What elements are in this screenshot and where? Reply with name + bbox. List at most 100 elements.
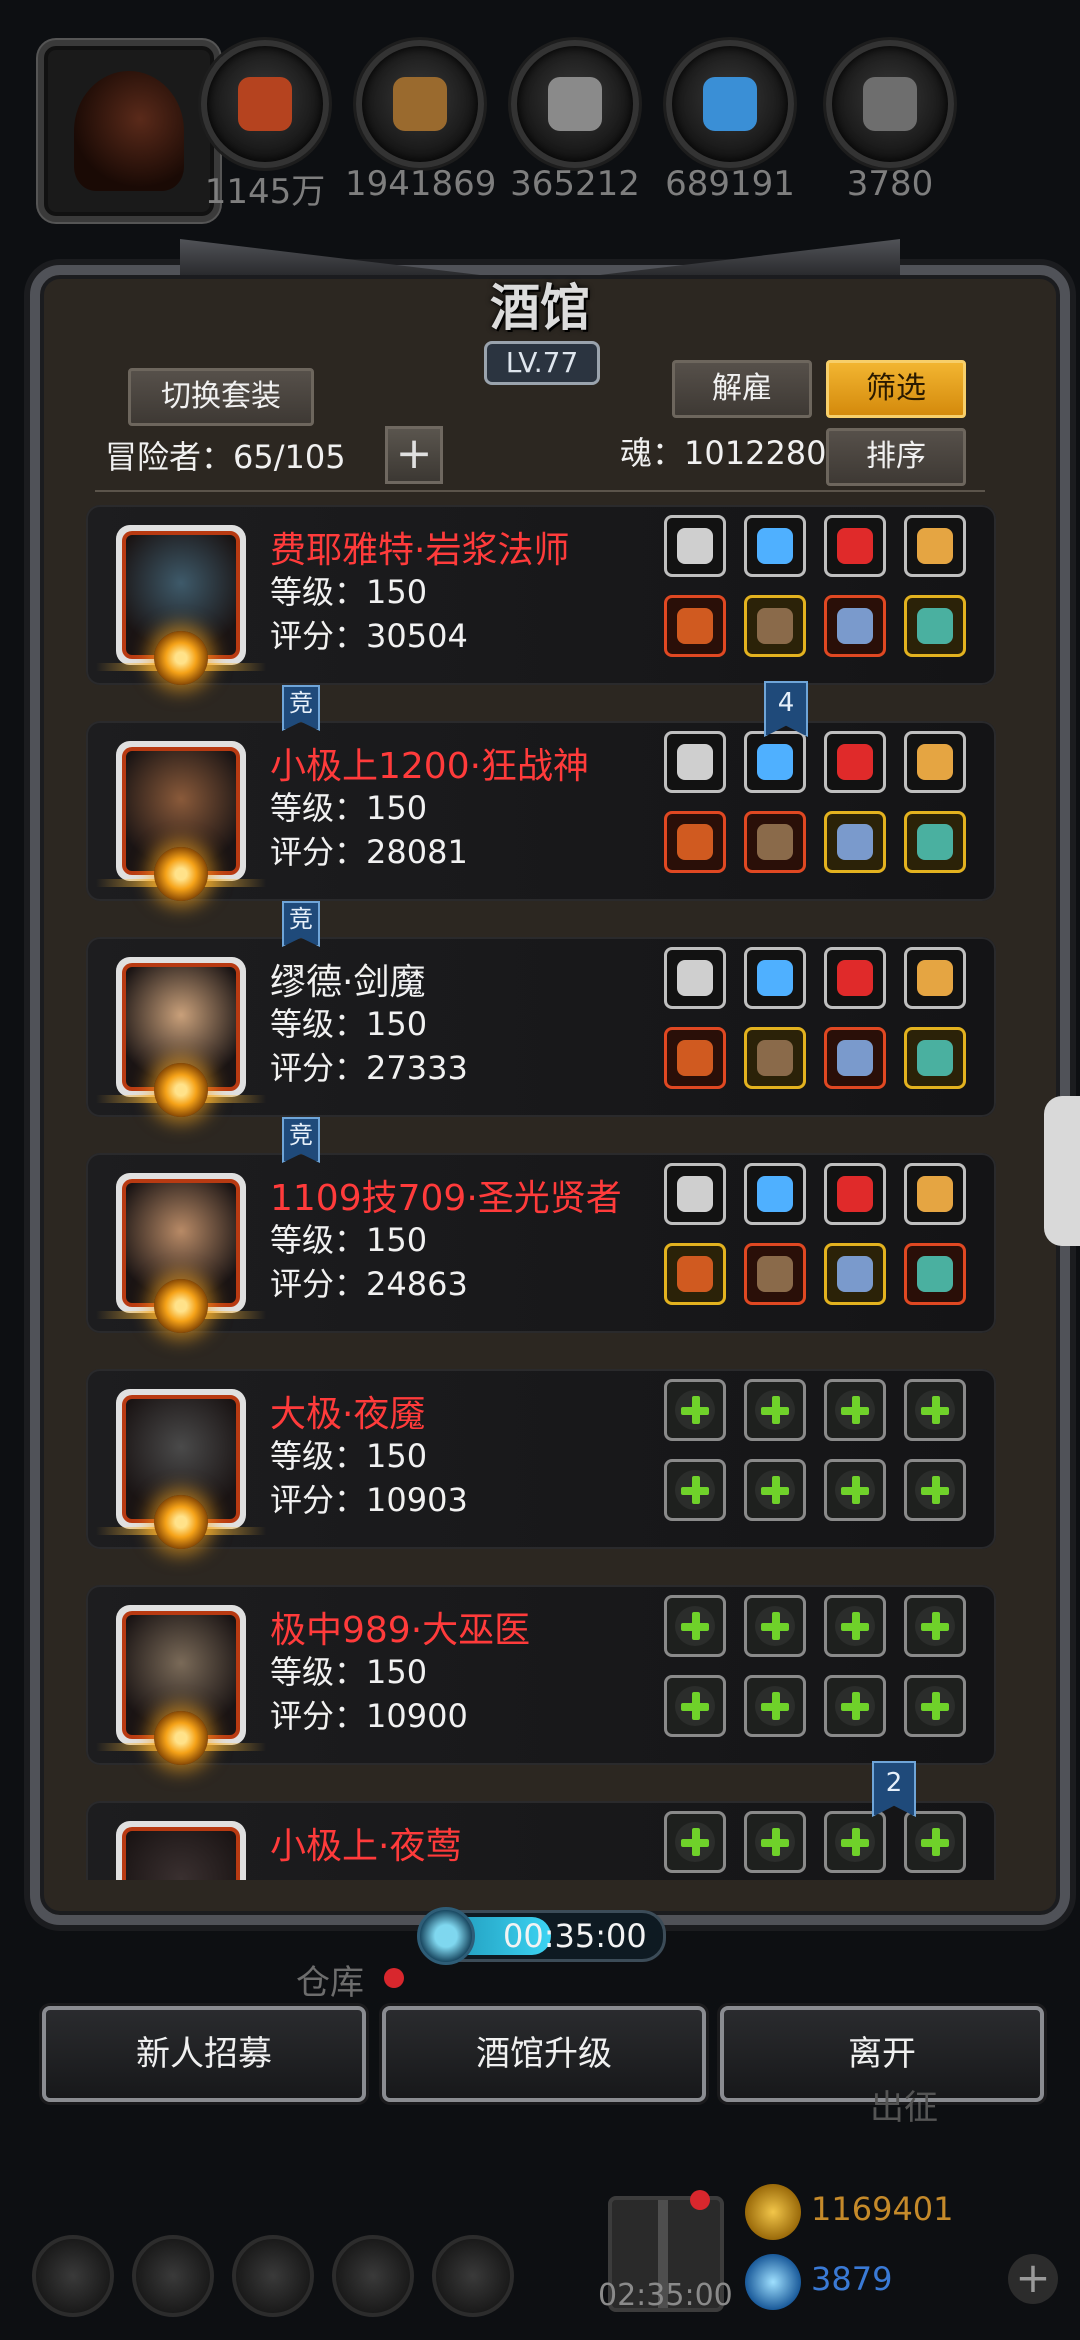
hero-card[interactable]: 小极上1200·狂战神 等级：150 评分：28081 [86, 721, 996, 901]
add-equipment-icon [835, 1606, 875, 1646]
equipment-slot[interactable] [664, 1243, 726, 1305]
settings-gear-icon[interactable] [32, 2235, 114, 2317]
equipment-slot[interactable] [904, 1811, 966, 1873]
upgrade-tavern-button[interactable]: 酒馆升级 [382, 2006, 706, 2102]
hero-portrait[interactable] [96, 741, 266, 901]
equipment-slot[interactable] [744, 1379, 806, 1441]
hero-card[interactable]: 大极·夜魇 等级：150 评分：10903 [86, 1369, 996, 1549]
equipment-slot[interactable] [744, 515, 806, 577]
side-drawer-handle[interactable] [1044, 1096, 1080, 1246]
equipment-slot[interactable] [904, 811, 966, 873]
filter-button[interactable]: 筛选 [826, 360, 966, 418]
equipment-slot[interactable] [824, 811, 886, 873]
equipment-slot[interactable] [744, 1675, 806, 1737]
equipment-slot[interactable] [664, 1595, 726, 1657]
equipment-slot[interactable] [824, 947, 886, 1009]
equipment-slot[interactable] [744, 1459, 806, 1521]
equipment-slot[interactable] [904, 1243, 966, 1305]
hero-portrait[interactable] [96, 1173, 266, 1333]
equipment-slot[interactable] [824, 1595, 886, 1657]
hero-portrait[interactable] [96, 957, 266, 1117]
equipment-slot[interactable] [904, 1675, 966, 1737]
equipment-icon [837, 960, 873, 996]
hero-card[interactable]: 极中989·大巫医 等级：150 评分：10900 [86, 1585, 996, 1765]
equipment-slot[interactable] [904, 1379, 966, 1441]
warehouse-label[interactable]: 仓库 [296, 1955, 364, 2004]
equipment-slot[interactable] [664, 947, 726, 1009]
resource-wood[interactable]: 1941869 [345, 40, 496, 204]
hero-portrait[interactable] [96, 1605, 266, 1765]
equipment-slot[interactable] [744, 1595, 806, 1657]
dice-icon[interactable] [432, 2235, 514, 2317]
add-currency-button[interactable]: + [1008, 2254, 1058, 2304]
equipment-slot[interactable] [664, 1811, 726, 1873]
equipment-slot[interactable] [744, 731, 806, 793]
equipment-slot[interactable] [664, 1675, 726, 1737]
equipment-slot[interactable] [744, 1163, 806, 1225]
add-equipment-icon [915, 1606, 955, 1646]
equipment-slot[interactable] [904, 595, 966, 657]
equipment-slot[interactable] [744, 947, 806, 1009]
equipment-slot[interactable] [664, 1027, 726, 1089]
hero-portrait[interactable] [116, 1821, 246, 1880]
equipment-slot[interactable] [904, 1027, 966, 1089]
equipment-slot[interactable] [824, 1027, 886, 1089]
hero-portrait[interactable] [96, 1389, 266, 1549]
hero-portrait[interactable] [96, 525, 266, 685]
equipment-slot[interactable] [664, 731, 726, 793]
castle-icon[interactable] [232, 2235, 314, 2317]
resource-stone[interactable]: 365212 [500, 40, 650, 204]
hero-card[interactable]: 费耶雅特·岩浆法师 等级：150 评分：30504 [86, 505, 996, 685]
equipment-slot[interactable] [824, 1675, 886, 1737]
hero-card[interactable]: 小极上·夜莺 [86, 1801, 996, 1880]
panel-title: 酒馆 [490, 278, 590, 337]
equipment-slot[interactable] [664, 1163, 726, 1225]
equipment-slot[interactable] [744, 1027, 806, 1089]
equipment-slot[interactable] [904, 947, 966, 1009]
add-slot-button[interactable]: + [385, 426, 443, 484]
equipment-icon [917, 528, 953, 564]
resource-iron[interactable]: 3780 [815, 40, 965, 204]
hero-list[interactable]: 费耶雅特·岩浆法师 等级：150 评分：30504 小极上1200·狂战神 等级… [86, 505, 996, 1880]
equipment-slot[interactable] [904, 1595, 966, 1657]
equipment-slot[interactable] [824, 1459, 886, 1521]
equipment-slot[interactable] [664, 515, 726, 577]
mail-icon[interactable] [332, 2235, 414, 2317]
sort-button[interactable]: 排序 [826, 428, 966, 486]
expedition-label[interactable]: 出征 [870, 2080, 938, 2129]
equipment-slot[interactable] [744, 1243, 806, 1305]
equipment-slot[interactable] [664, 1379, 726, 1441]
hero-card[interactable]: 缪德·剑魔 等级：150 评分：27333 [86, 937, 996, 1117]
hero-card[interactable]: 1109技709·圣光贤者 等级：150 评分：24863 [86, 1153, 996, 1333]
equipment-icon [757, 960, 793, 996]
dismiss-button[interactable]: 解雇 [672, 360, 812, 418]
hero-name: 缪德·剑魔 [270, 962, 426, 1003]
recruit-button[interactable]: 新人招募 [42, 2006, 366, 2102]
equipment-slot[interactable] [824, 1243, 886, 1305]
add-equipment-icon [755, 1470, 795, 1510]
equipment-slot[interactable] [664, 595, 726, 657]
equipment-slot[interactable] [824, 515, 886, 577]
resource-crystal[interactable]: 689191 [655, 40, 805, 204]
equipment-slot[interactable] [904, 731, 966, 793]
equipment-icon [917, 1176, 953, 1212]
equipment-slot[interactable] [824, 1379, 886, 1441]
equipment-slot[interactable] [744, 1811, 806, 1873]
equipment-slot[interactable] [744, 595, 806, 657]
equipment-slot[interactable] [904, 1163, 966, 1225]
equipment-slot[interactable] [824, 1811, 886, 1873]
equipment-slot[interactable] [824, 595, 886, 657]
equipment-slot[interactable] [664, 811, 726, 873]
resource-meat[interactable]: 1145万 [190, 40, 340, 213]
equipment-slot[interactable] [904, 515, 966, 577]
switch-outfit-button[interactable]: 切换套装 [128, 368, 314, 426]
equipment-slot[interactable] [904, 1459, 966, 1521]
star-badge-icon[interactable] [132, 2235, 214, 2317]
hero-score: 评分：28081 [270, 833, 468, 871]
equipment-slot[interactable] [744, 811, 806, 873]
equipment-slot[interactable] [824, 731, 886, 793]
equipment-slot[interactable] [824, 1163, 886, 1225]
hero-score: 评分：27333 [270, 1049, 468, 1087]
equipment-icon [917, 824, 953, 860]
equipment-slot[interactable] [664, 1459, 726, 1521]
